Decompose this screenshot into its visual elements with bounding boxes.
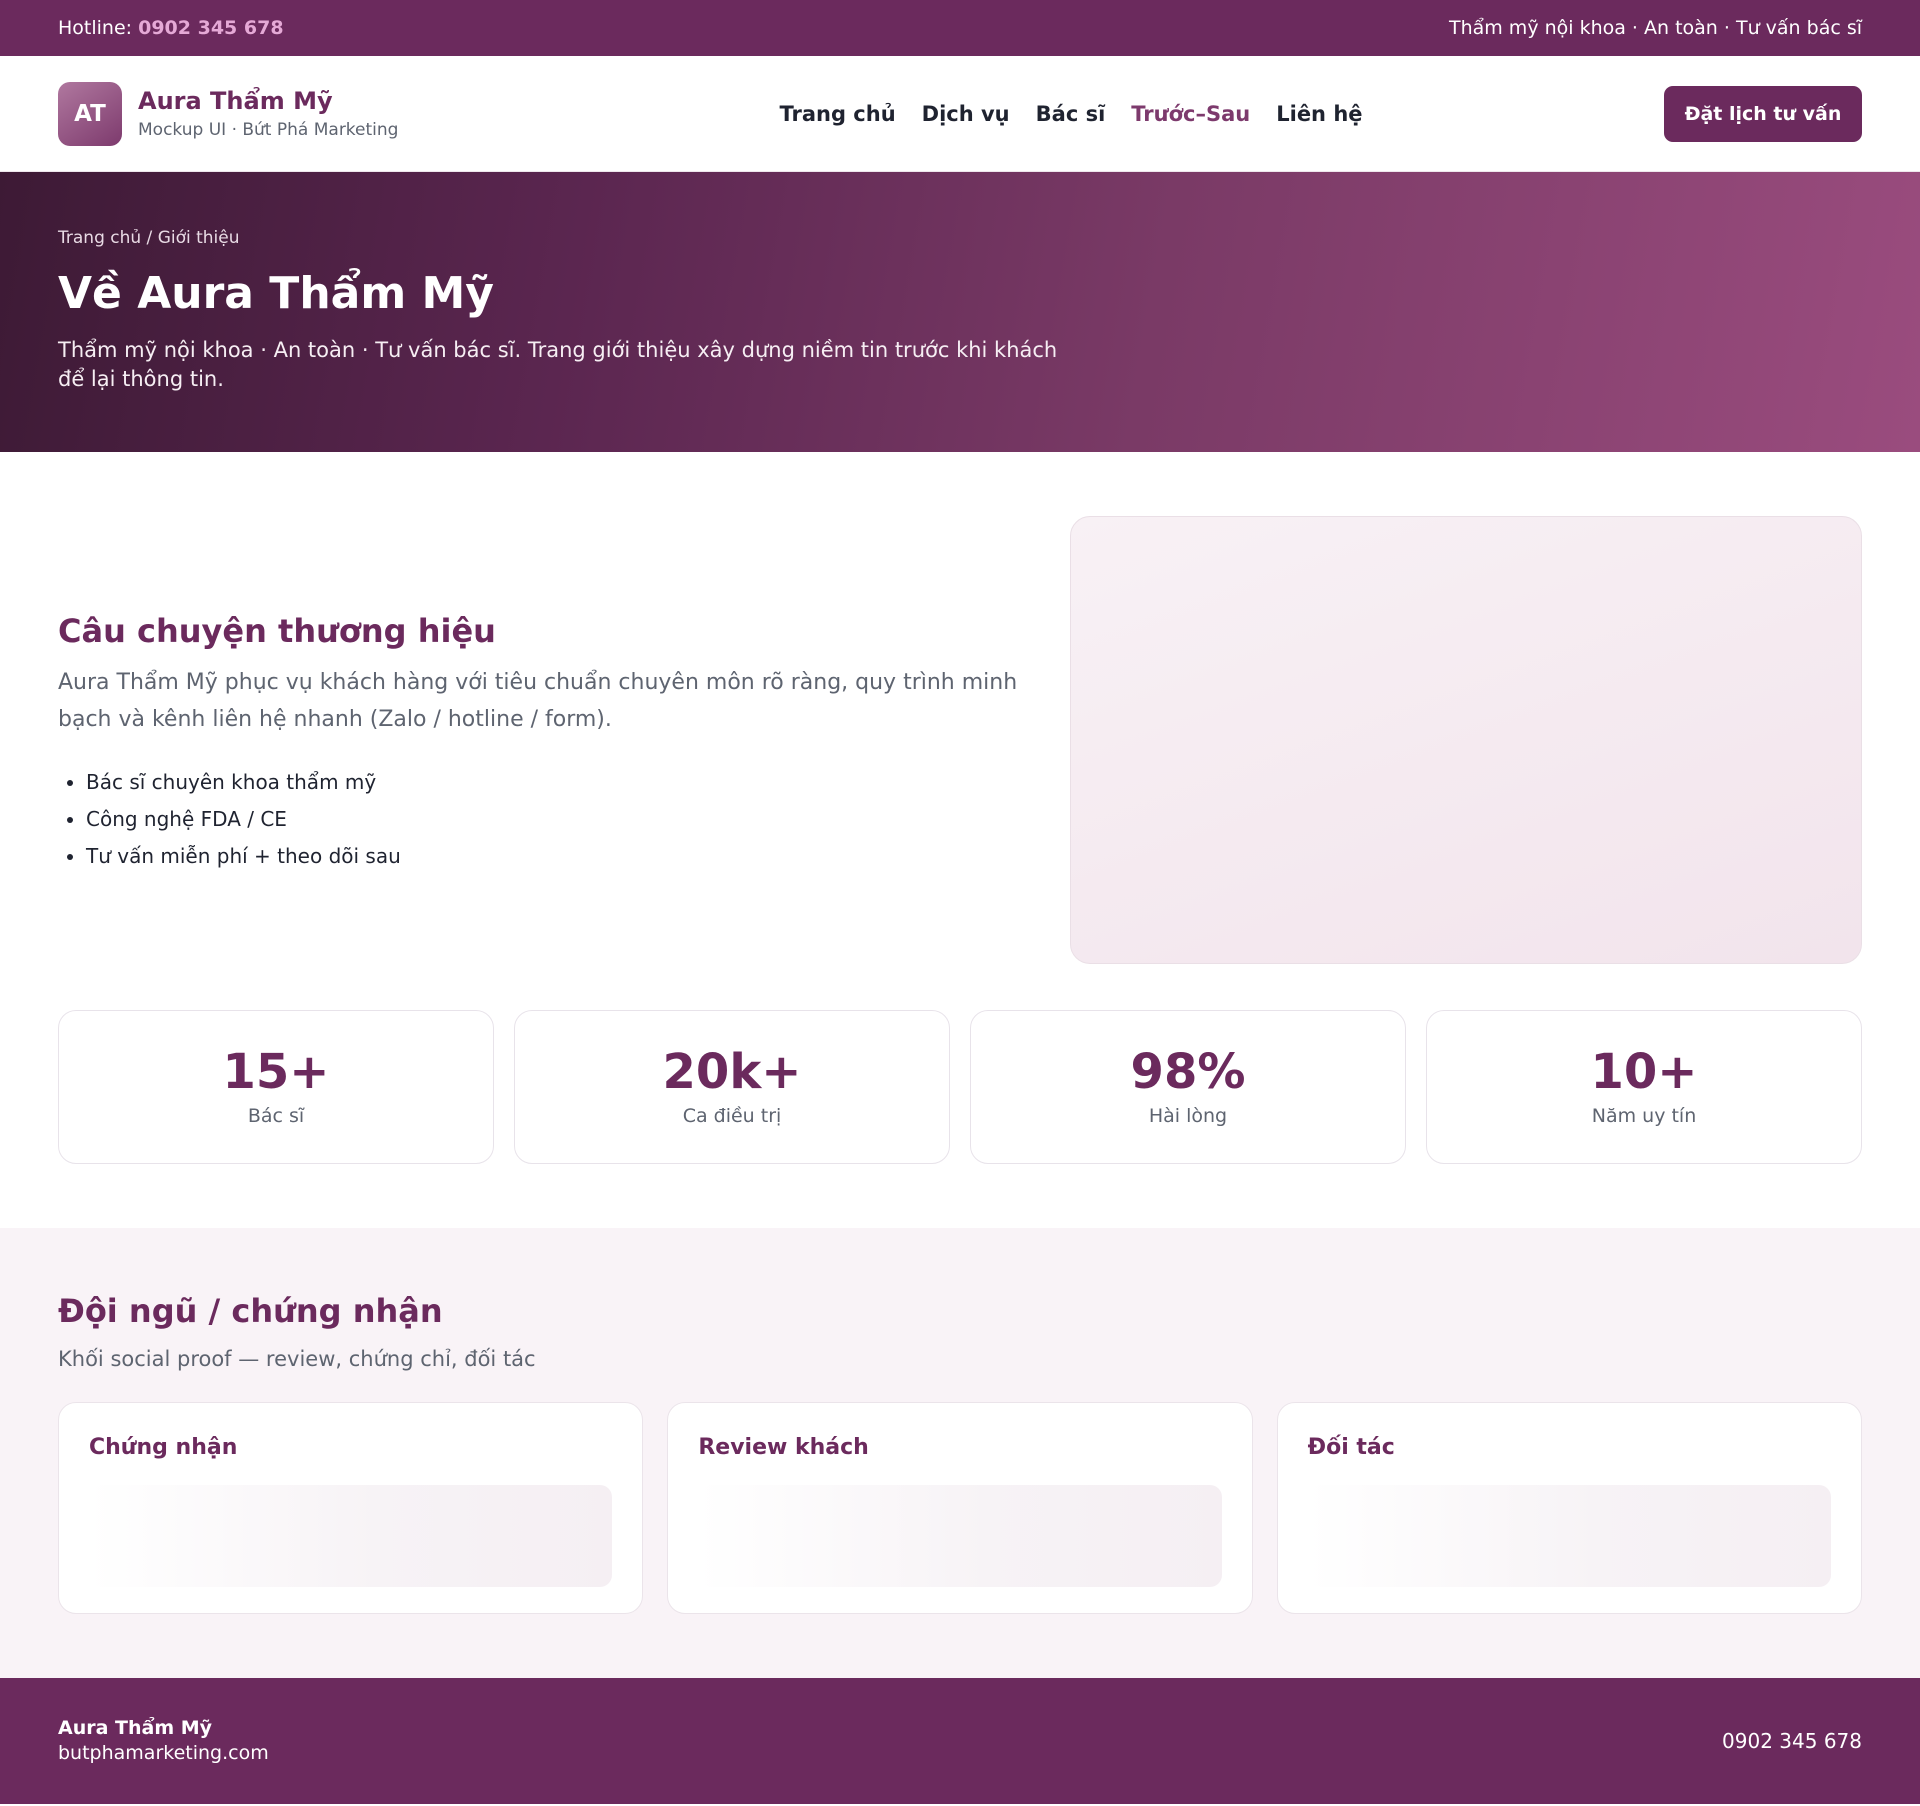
brand-name: Aura Thẩm Mỹ: [138, 86, 333, 115]
stats-row: 15+ Bác sĩ 20k+ Ca điều trị 98% Hài lòng…: [58, 964, 1862, 1228]
nav-item-doctors[interactable]: Bác sĩ: [1036, 102, 1106, 126]
stat-label: Năm uy tín: [1591, 1105, 1697, 1127]
list-item: Bác sĩ chuyên khoa thẩm mỹ: [86, 764, 1018, 801]
site-footer: Aura Thẩm Mỹ butphamarketing.com 0902 34…: [0, 1678, 1920, 1804]
stat-value: 15+: [222, 1044, 330, 1100]
nav-item-services[interactable]: Dịch vụ: [922, 102, 1010, 126]
story-description: Aura Thẩm Mỹ phục vụ khách hàng với tiêu…: [58, 670, 1018, 732]
footer-website-link[interactable]: butphamarketing.com: [58, 1741, 269, 1766]
list-item: Tư vấn miễn phí + theo dõi sau: [86, 838, 1018, 875]
content-placeholder: [698, 1485, 1222, 1587]
story-image-placeholder: [1070, 516, 1862, 964]
stat-label: Bác sĩ: [247, 1105, 305, 1127]
book-consultation-button[interactable]: Đặt lịch tư vấn: [1663, 85, 1862, 142]
stat-value: 98%: [1130, 1044, 1246, 1100]
site-header: AT Aura Thẩm Mỹ Mockup UI · Bứt Phá Mark…: [0, 56, 1920, 172]
stat-value: 10+: [1590, 1044, 1698, 1100]
card-title: Chứng nhận: [89, 1435, 238, 1460]
page-title: Về Aura Thẩm Mỹ: [58, 268, 494, 319]
stat-value: 20k+: [662, 1044, 802, 1100]
proof-cards: Chứng nhận Review khách Đối tác: [58, 1402, 1862, 1614]
hero: Trang chủ / Giới thiệu Về Aura Thẩm Mỹ T…: [0, 172, 1920, 452]
footer-brand: Aura Thẩm Mỹ: [58, 1717, 213, 1739]
nav-item-before-after[interactable]: Trước–Sau: [1131, 102, 1250, 126]
card-certifications: Chứng nhận: [58, 1402, 644, 1614]
team-title: Đội ngũ / chứng nhận: [58, 1292, 443, 1330]
stat-card: 10+ Năm uy tín: [1426, 1010, 1862, 1164]
breadcrumb[interactable]: Trang chủ / Giới thiệu: [58, 228, 1862, 248]
story-section: Câu chuyện thương hiệu Aura Thẩm Mỹ phục…: [0, 452, 1920, 1228]
story-text: Câu chuyện thương hiệu Aura Thẩm Mỹ phục…: [58, 516, 1018, 964]
team-subtitle: Khối social proof — review, chứng chỉ, đ…: [58, 1347, 536, 1371]
stat-label: Ca điều trị: [682, 1105, 782, 1127]
brand-text: Aura Thẩm Mỹ Mockup UI · Bứt Phá Marketi…: [138, 85, 398, 143]
list-item: Công nghệ FDA / CE: [86, 801, 1018, 838]
stat-card: 98% Hài lòng: [970, 1010, 1406, 1164]
brand-subtitle: Mockup UI · Bứt Phá Marketing: [138, 119, 399, 140]
stat-label: Hài lòng: [1148, 1105, 1228, 1127]
hotline[interactable]: Hotline: 0902 345 678: [58, 17, 284, 39]
footer-brand-block: Aura Thẩm Mỹ butphamarketing.com: [58, 1716, 269, 1766]
top-tagline: Thẩm mỹ nội khoa · An toàn · Tư vấn bác …: [1448, 17, 1862, 39]
hotline-label: Hotline:: [58, 17, 133, 39]
content-placeholder: [1307, 1485, 1831, 1587]
footer-phone[interactable]: 0902 345 678: [1722, 1729, 1862, 1753]
story-bullets: Bác sĩ chuyên khoa thẩm mỹ Công nghệ FDA…: [58, 764, 1018, 875]
team-section: Đội ngũ / chứng nhận Khối social proof —…: [0, 1228, 1920, 1678]
main-nav: Trang chủ Dịch vụ Bác sĩ Trước–Sau Liên …: [779, 102, 1362, 126]
card-title: Review khách: [698, 1435, 869, 1460]
stat-card: 15+ Bác sĩ: [58, 1010, 494, 1164]
logo[interactable]: AT: [58, 81, 122, 146]
story-title: Câu chuyện thương hiệu: [58, 612, 496, 650]
stat-card: 20k+ Ca điều trị: [514, 1010, 950, 1164]
card-partners: Đối tác: [1276, 1402, 1862, 1614]
hotline-number[interactable]: 0902 345 678: [138, 17, 283, 39]
nav-item-contact[interactable]: Liên hệ: [1276, 102, 1362, 126]
card-title: Đối tác: [1307, 1435, 1395, 1460]
card-reviews: Review khách: [667, 1402, 1253, 1614]
top-bar: Hotline: 0902 345 678 Thẩm mỹ nội khoa ·…: [0, 0, 1920, 56]
hero-description: Thẩm mỹ nội khoa · An toàn · Tư vấn bác …: [58, 338, 1058, 391]
content-placeholder: [89, 1485, 613, 1587]
nav-item-home[interactable]: Trang chủ: [779, 102, 895, 126]
brand[interactable]: AT Aura Thẩm Mỹ Mockup UI · Bứt Phá Mark…: [58, 81, 478, 146]
